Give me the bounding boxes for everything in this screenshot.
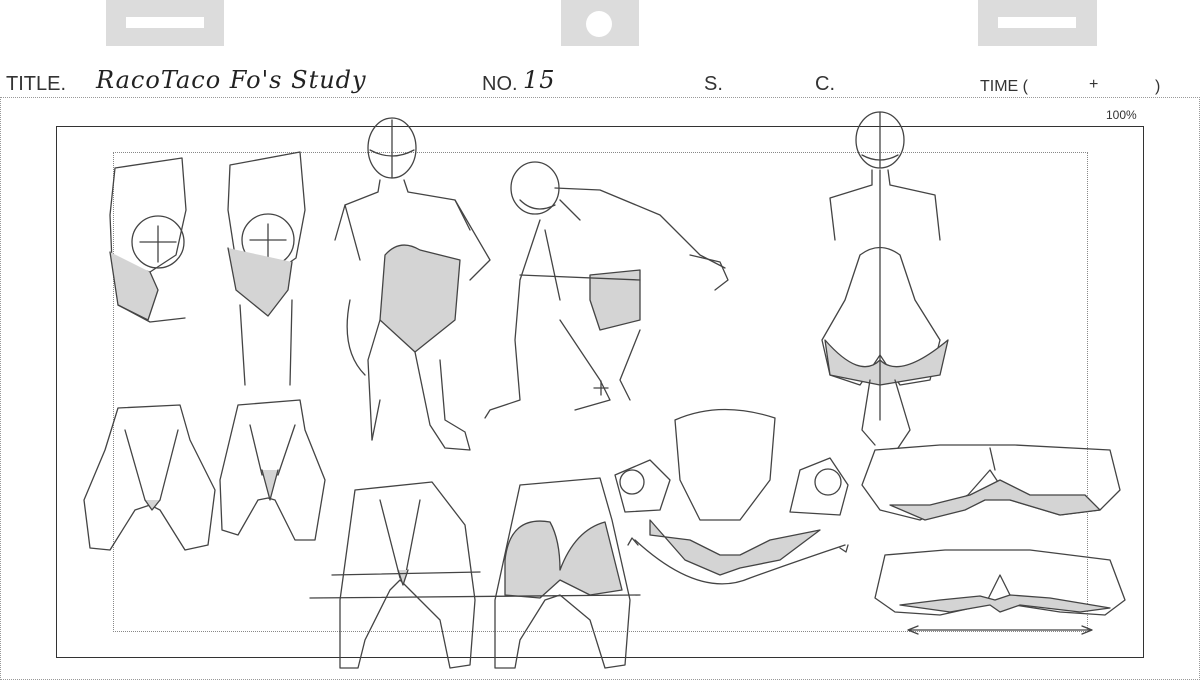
front-hips-sketch-1	[83, 404, 216, 551]
crouching-figure-sketch	[484, 161, 729, 419]
seated-figure-sketch	[334, 117, 491, 451]
hip-sketch-side-1	[109, 157, 187, 323]
legs-front-sketch	[331, 481, 481, 669]
front-seated-figure-sketch	[821, 111, 949, 449]
legs-back-sketch	[309, 477, 641, 669]
pelvis-below-sketch	[614, 408, 849, 585]
hips-above-sketch-2	[874, 549, 1126, 635]
hip-sketch-side-2	[227, 151, 306, 386]
sketch-layer[interactable]	[0, 0, 1200, 680]
hips-above-sketch-1	[861, 444, 1121, 521]
front-hips-sketch-2	[219, 399, 326, 541]
